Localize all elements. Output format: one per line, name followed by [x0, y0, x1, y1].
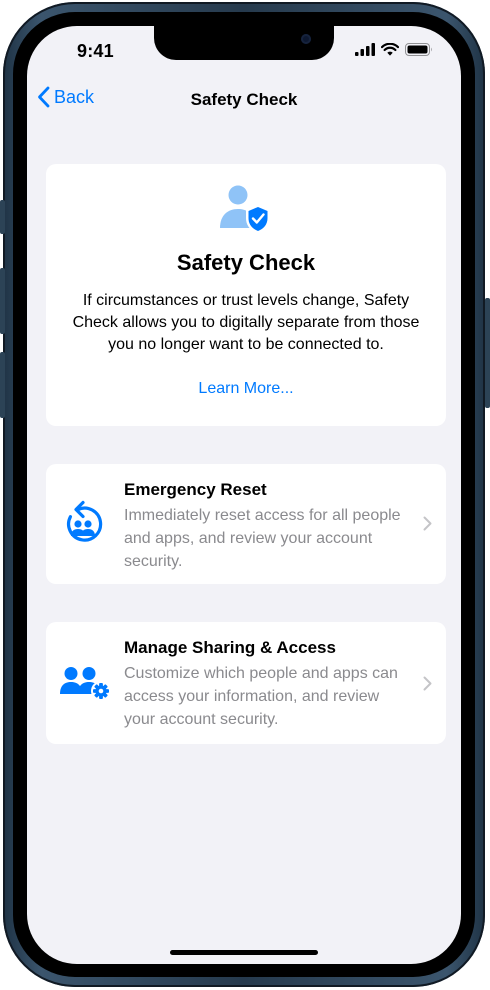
people-gear-icon [60, 667, 111, 701]
back-button-label: Back [54, 86, 95, 107]
front-camera [301, 34, 311, 44]
learn-more-link[interactable]: Learn More... [46, 380, 446, 398]
emergency-reset-description: Immediately reset access for all people … [124, 507, 401, 570]
power-button [485, 298, 490, 408]
chevron-right-icon [423, 676, 432, 691]
cellular-signal-icon [355, 43, 375, 56]
emergency-reset-option[interactable]: Emergency Reset Immediately reset access… [46, 464, 446, 584]
manage-sharing-title: Manage Sharing & Access [124, 638, 336, 657]
emergency-reset-icon [67, 500, 103, 542]
volume-up-button [0, 268, 5, 334]
chevron-left-icon [38, 86, 50, 108]
screen: 9:41 Back Safety Check Safety Check If c… [27, 26, 461, 964]
hero-description: If circumstances or trust levels change,… [72, 292, 420, 353]
manage-sharing-access-option[interactable]: Manage Sharing & Access Customize which … [46, 622, 446, 744]
status-time: 9:41 [77, 41, 114, 61]
chevron-right-icon [423, 516, 432, 531]
hero-title: Safety Check [176, 250, 316, 275]
emergency-reset-title: Emergency Reset [124, 480, 267, 499]
volume-down-button [0, 352, 5, 418]
battery-icon [405, 43, 432, 56]
home-indicator[interactable] [170, 950, 318, 955]
status-icons [355, 43, 433, 56]
safety-check-hero-card: Safety Check If circumstances or trust l… [46, 164, 446, 426]
back-button[interactable]: Back [37, 86, 94, 108]
action-button [0, 200, 5, 234]
person-shield-icon [220, 185, 270, 234]
manage-sharing-description: Customize which people and apps can acce… [124, 665, 398, 728]
notch [154, 26, 334, 60]
wifi-icon [381, 43, 399, 56]
